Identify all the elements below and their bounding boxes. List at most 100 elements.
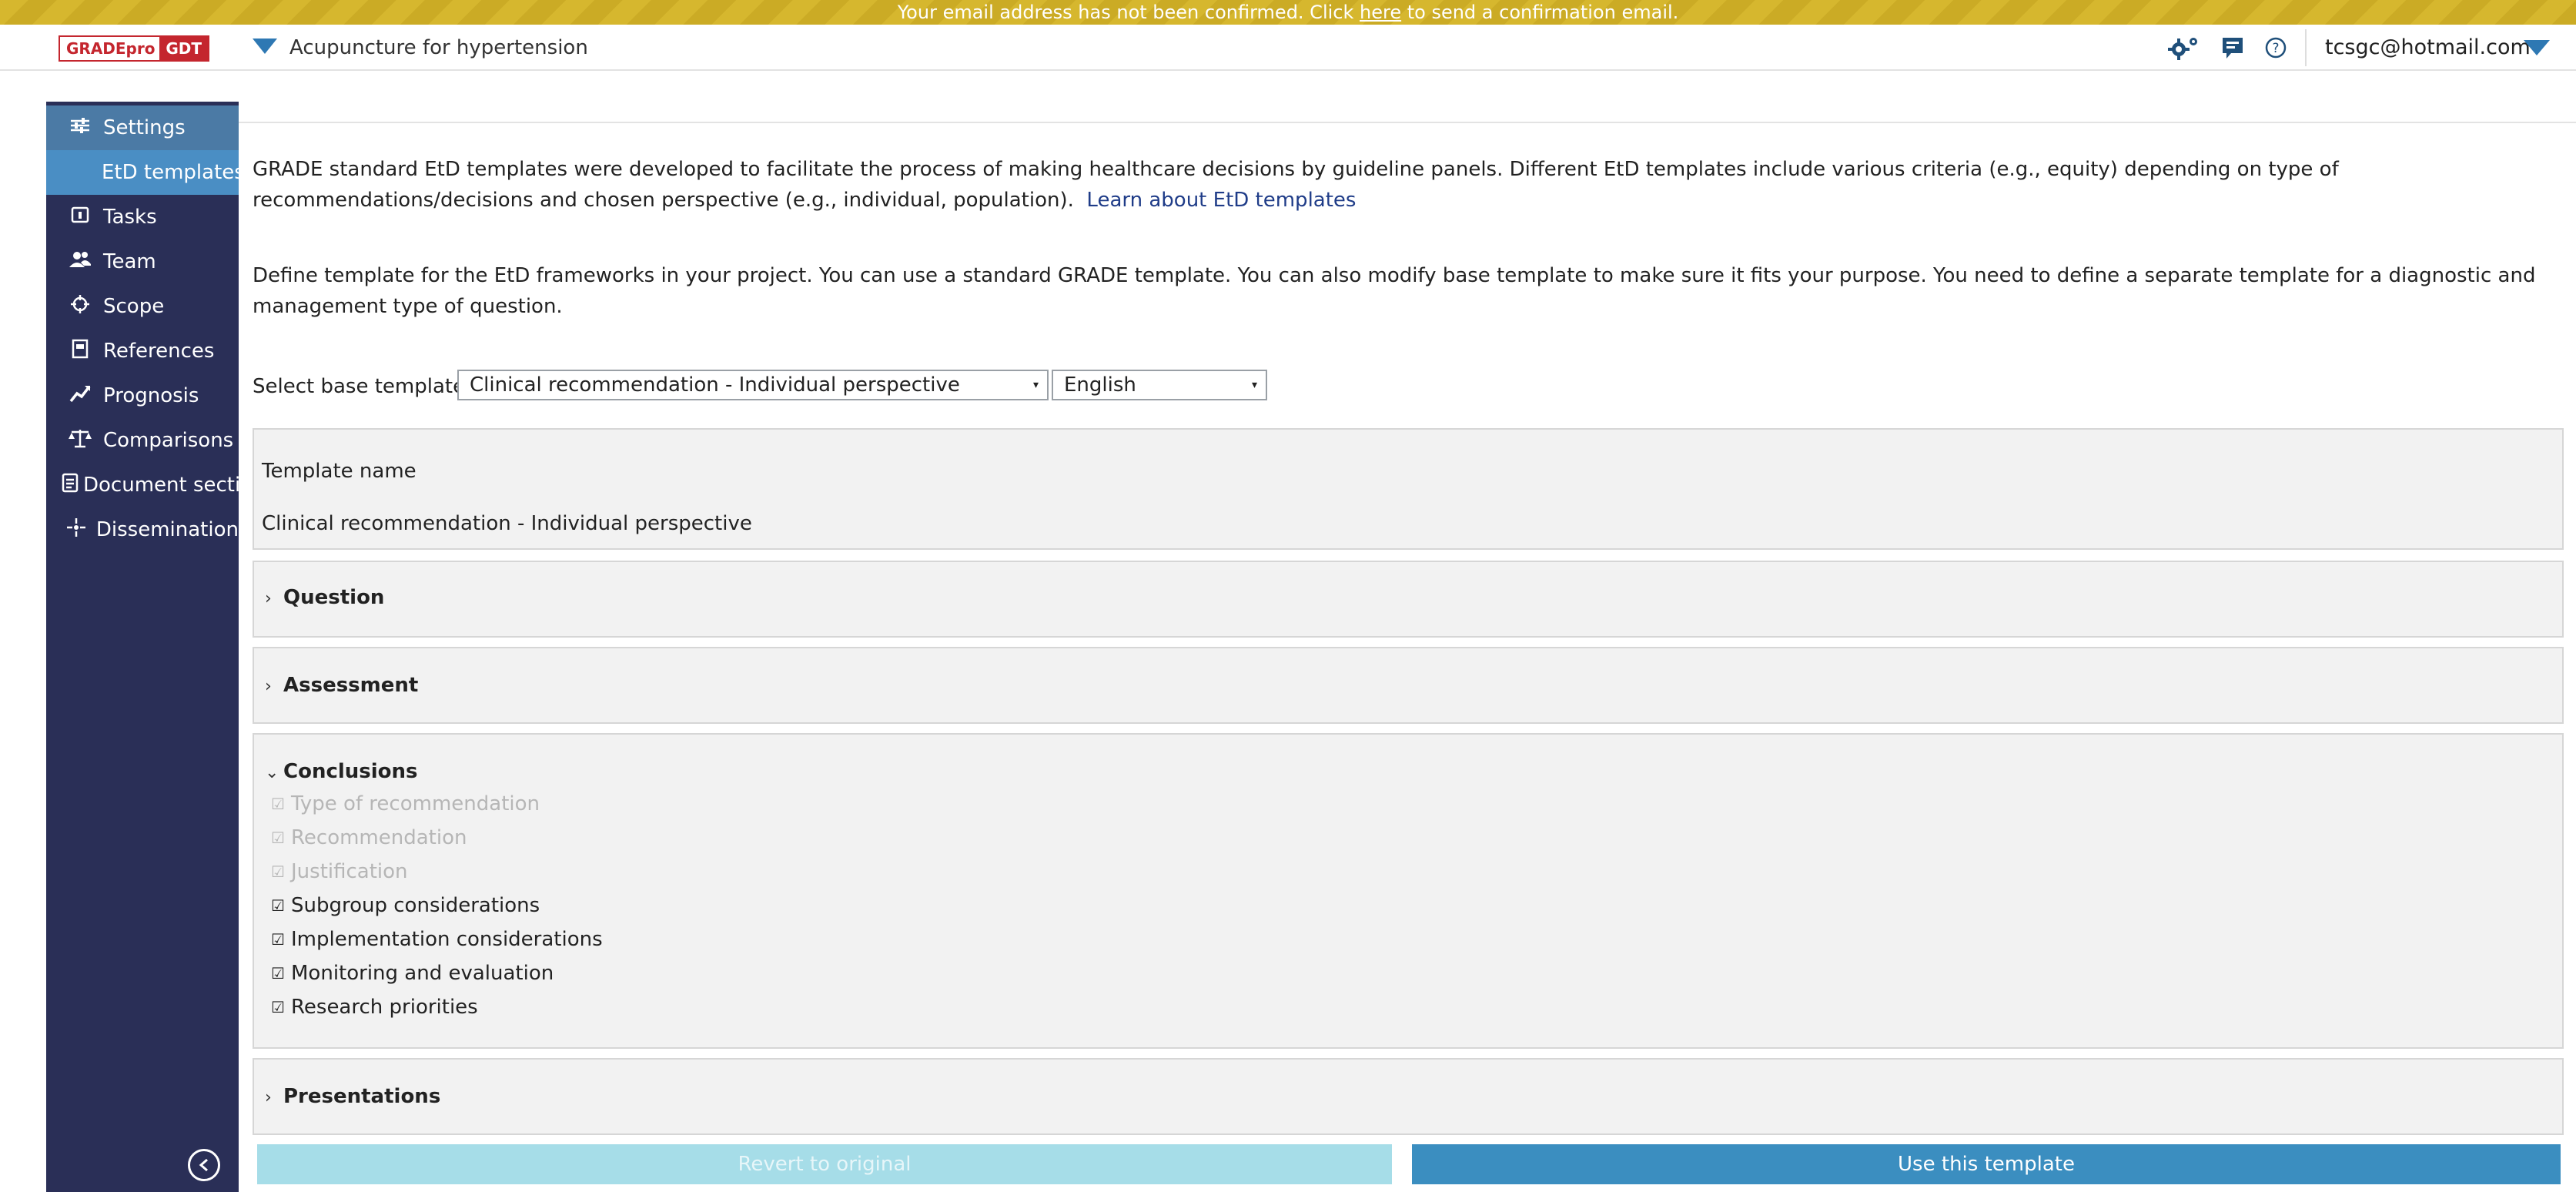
checkbox-checked-icon[interactable]: ☑: [271, 958, 285, 989]
tasks-icon: [46, 206, 99, 229]
checkbox-label: Implementation considerations: [291, 928, 603, 951]
checkbox-label: Recommendation: [291, 826, 467, 849]
send-confirmation-link[interactable]: here: [1360, 2, 1401, 23]
sidebar-item-label: Scope: [103, 295, 165, 318]
question-section[interactable]: › Question: [253, 561, 2564, 638]
checkbox-monitoring-and-evaluation[interactable]: ☑ Monitoring and evaluation: [271, 958, 554, 989]
sidebar-item-settings[interactable]: Settings: [46, 105, 239, 150]
scope-icon: [46, 294, 99, 320]
sidebar-item-document-sections[interactable]: Document sections: [46, 463, 239, 507]
help-icon[interactable]: ?: [2260, 34, 2291, 62]
template-name-value[interactable]: Clinical recommendation - Individual per…: [262, 508, 752, 539]
svg-text:?: ?: [2272, 41, 2279, 56]
checkbox-label: Subgroup considerations: [291, 894, 540, 917]
chevron-down-icon[interactable]: [2524, 40, 2550, 55]
checkbox-checked-icon: ☑: [271, 795, 285, 813]
template-name-label: Template name: [262, 460, 417, 483]
checkbox-subgroup-considerations[interactable]: ☑ Subgroup considerations: [271, 890, 540, 921]
comparisons-icon: [46, 428, 99, 454]
sidebar-item-label: Comparisons: [103, 429, 234, 452]
sidebar-item-team[interactable]: Team: [46, 239, 239, 284]
chevron-right-icon: ›: [265, 589, 272, 608]
checkbox-recommendation: ☑ Recommendation: [271, 822, 467, 853]
chevron-left-icon: [199, 1158, 208, 1172]
checkbox-label: Research priorities: [291, 996, 478, 1019]
checkbox-label: Justification: [291, 860, 408, 883]
checkbox-type-of-recommendation: ☑ Type of recommendation: [271, 789, 540, 819]
header-divider: [2305, 29, 2307, 66]
user-email[interactable]: tcsgc@hotmail.com: [2325, 34, 2531, 62]
sidebar-item-label: References: [103, 340, 215, 363]
team-icon: [46, 250, 99, 274]
sidebar-item-references[interactable]: References: [46, 329, 239, 373]
sidebar-item-etd-templates[interactable]: EtD templates: [46, 150, 239, 195]
sidebar-item-tasks[interactable]: Tasks: [46, 195, 239, 239]
presentations-section-title: Presentations: [283, 1085, 441, 1108]
checkbox-checked-icon[interactable]: ☑: [271, 890, 285, 921]
email-confirmation-banner: Your email address has not been confirme…: [0, 0, 2576, 25]
assessment-section-title: Assessment: [283, 674, 419, 697]
use-this-template-button[interactable]: Use this template: [1412, 1144, 2561, 1184]
assessment-section[interactable]: › Assessment: [253, 647, 2564, 724]
sidebar-item-label: EtD templates: [102, 161, 239, 184]
sliders-icon: [46, 116, 99, 139]
checkbox-implementation-considerations[interactable]: ☑ Implementation considerations: [271, 924, 603, 955]
checkbox-checked-icon: ☑: [271, 862, 285, 881]
sidebar-item-label: Tasks: [103, 206, 157, 229]
template-name-panel: Template name Clinical recommendation - …: [253, 428, 2564, 550]
main-content: GRADE standard EtD templates were develo…: [239, 71, 2576, 1192]
settings-gear-icon[interactable]: [2166, 34, 2203, 62]
language-value: English: [1064, 373, 1136, 397]
sidebar-item-scope[interactable]: Scope: [46, 284, 239, 329]
revert-to-original-button[interactable]: Revert to original: [257, 1144, 1392, 1184]
conclusions-section-header[interactable]: ⌄ Conclusions: [265, 756, 418, 789]
learn-about-etd-link[interactable]: Learn about EtD templates: [1086, 189, 1356, 212]
sidebar-item-comparisons[interactable]: Comparisons: [46, 418, 239, 463]
sidebar-item-label: Dissemination: [95, 518, 239, 541]
collapse-sidebar-button[interactable]: [188, 1149, 220, 1181]
sidebar-item-label: Document sections: [83, 474, 239, 497]
presentations-section[interactable]: › Presentations: [253, 1058, 2564, 1135]
conclusions-section-title: Conclusions: [283, 760, 418, 783]
project-name[interactable]: Acupuncture for hypertension: [289, 34, 588, 62]
chevron-right-icon: ›: [265, 677, 272, 696]
app-header: GRADEpro GDT Acupuncture for hypertensio…: [0, 25, 2576, 71]
references-icon: [46, 339, 99, 364]
chevron-down-icon: ⌄: [265, 763, 279, 782]
logo-text-left: GRADEpro: [66, 39, 156, 58]
question-section-header[interactable]: › Question: [265, 582, 384, 614]
assessment-section-header[interactable]: › Assessment: [265, 670, 418, 702]
checkbox-research-priorities[interactable]: ☑ Research priorities: [271, 992, 478, 1023]
base-template-select[interactable]: Clinical recommendation - Individual per…: [457, 370, 1049, 400]
define-paragraph: Define template for the EtD frameworks i…: [253, 264, 2536, 318]
checkbox-label: Monitoring and evaluation: [291, 962, 554, 985]
sidebar-item-label: Team: [103, 250, 156, 273]
question-section-title: Question: [283, 586, 385, 609]
checkbox-checked-icon: ☑: [271, 829, 285, 847]
gradepro-logo[interactable]: GRADEpro GDT: [59, 35, 209, 62]
sidebar-item-dissemination[interactable]: Dissemination: [46, 507, 239, 552]
sidebar-item-label: Settings: [103, 116, 186, 139]
content-divider: [239, 122, 2576, 123]
conclusions-section: ⌄ Conclusions ☑ Type of recommendation ☑ Re…: [253, 733, 2564, 1049]
select-base-template-label: Select base template: [253, 375, 466, 398]
logo-text-right: GDT: [159, 37, 208, 60]
base-template-value: Clinical recommendation - Individual per…: [470, 373, 960, 397]
checkbox-checked-icon[interactable]: ☑: [271, 992, 285, 1023]
dissemination-icon: [46, 517, 92, 543]
select-caret-icon: ▾: [1033, 379, 1039, 391]
presentations-section-header[interactable]: › Presentations: [265, 1081, 440, 1113]
checkbox-checked-icon[interactable]: ☑: [271, 924, 285, 955]
sidebar-item-label: Prognosis: [103, 384, 199, 407]
banner-text-after: to send a confirmation email.: [1401, 2, 1679, 23]
sidebar-item-prognosis[interactable]: Prognosis: [46, 373, 239, 418]
document-icon: [46, 473, 79, 498]
feedback-flag-icon[interactable]: [2217, 34, 2248, 62]
checkbox-justification: ☑ Justification: [271, 856, 408, 887]
intro-paragraph: GRADE standard EtD templates were develo…: [253, 154, 2562, 216]
language-select[interactable]: English ▾: [1052, 370, 1267, 400]
project-dropdown-caret-icon[interactable]: [253, 39, 277, 54]
select-caret-icon: ▾: [1252, 379, 1258, 391]
chevron-right-icon: ›: [265, 1088, 272, 1107]
sidebar: Settings EtD templates Tasks Team Scope …: [46, 102, 239, 1192]
